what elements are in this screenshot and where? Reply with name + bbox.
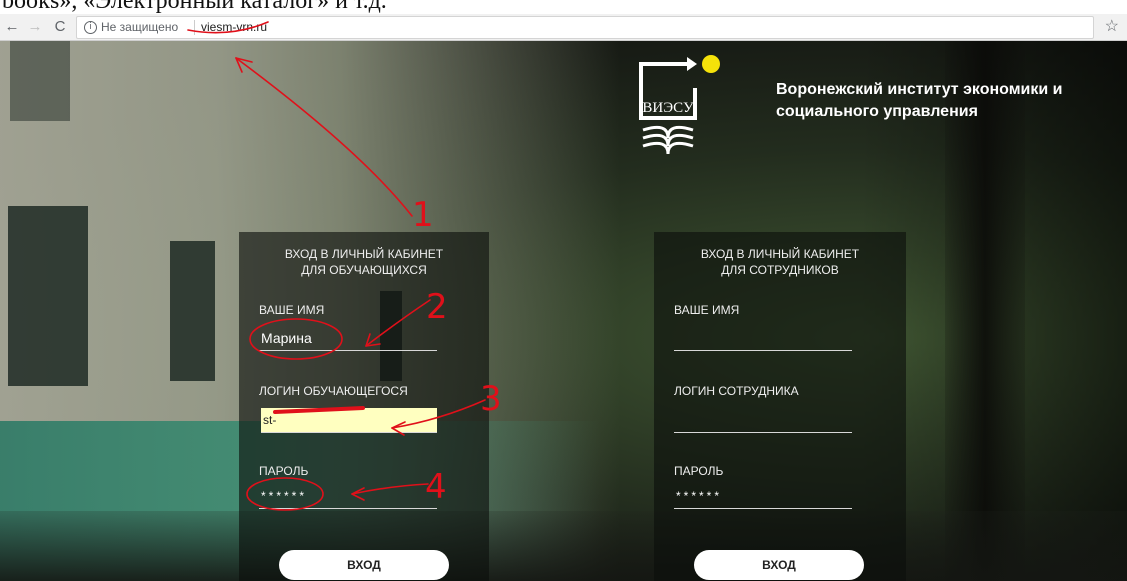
student-password-input[interactable]: ****** [259, 484, 437, 509]
staff-password-input[interactable]: ****** [674, 484, 852, 509]
security-label[interactable]: Не защищено [101, 20, 178, 34]
background-ground [0, 511, 1127, 581]
background-window [170, 241, 215, 381]
institute-logo: ВИЭСУ [639, 55, 720, 155]
reload-icon[interactable]: C [50, 17, 70, 37]
address-bar[interactable]: i Не защищено viesm-vrn.ru [76, 16, 1094, 39]
forward-icon[interactable]: → [25, 17, 45, 37]
staff-name-input[interactable] [674, 326, 852, 351]
institute-name-line2: социального управления [776, 103, 978, 120]
url-text[interactable]: viesm-vrn.ru [201, 20, 267, 34]
staff-password-label: ПАРОЛЬ [674, 464, 724, 478]
background-window [8, 206, 88, 386]
student-login-panel: ВХОД В ЛИЧНЫЙ КАБИНЕТ ДЛЯ ОБУЧАЮЩИХСЯ ВА… [239, 232, 489, 581]
logo-dot [702, 55, 720, 73]
student-login-label: ЛОГИН ОБУЧАЮЩЕГОСЯ [259, 384, 408, 398]
institute-name: Воронежский институт экономики и социаль… [776, 79, 1106, 123]
background-window [10, 41, 70, 121]
panel-title-line2: ДЛЯ СОТРУДНИКОВ [721, 263, 839, 277]
info-icon[interactable]: i [84, 21, 97, 34]
student-login-value: st- [263, 413, 277, 427]
student-password-value: ****** [261, 489, 308, 503]
staff-name-label: ВАШЕ ИМЯ [674, 303, 740, 317]
student-password-label: ПАРОЛЬ [259, 464, 309, 478]
document-text: books», «Электронный каталог» и т.д. [2, 0, 387, 14]
omnibox-divider [194, 20, 195, 35]
student-name-input[interactable]: Марина [259, 326, 437, 351]
staff-password-value: ****** [676, 489, 723, 503]
staff-login-panel: ВХОД В ЛИЧНЫЙ КАБИНЕТ ДЛЯ СОТРУДНИКОВ ВА… [654, 232, 906, 581]
panel-title: ВХОД В ЛИЧНЫЙ КАБИНЕТ ДЛЯ СОТРУДНИКОВ [654, 246, 906, 278]
staff-login-button[interactable]: ВХОД [694, 550, 864, 580]
bookmark-star-icon[interactable]: ☆ [1105, 17, 1119, 37]
student-name-value: Марина [261, 330, 312, 346]
staff-login-input[interactable] [674, 408, 852, 433]
browser-toolbar: ← → C i Не защищено viesm-vrn.ru ☆ [0, 14, 1127, 41]
student-login-button[interactable]: ВХОД [279, 550, 449, 580]
student-name-label: ВАШЕ ИМЯ [259, 303, 325, 317]
logo-text: ВИЭСУ [642, 100, 694, 116]
institute-name-line1: Воронежский институт экономики и [776, 81, 1063, 98]
panel-title-line2: ДЛЯ ОБУЧАЮЩИХСЯ [301, 263, 427, 277]
panel-title-line1: ВХОД В ЛИЧНЫЙ КАБИНЕТ [284, 247, 444, 261]
student-login-input[interactable]: st- [261, 408, 437, 433]
login-page: ВИЭСУ Воронежский институт экономики и с… [0, 41, 1127, 581]
staff-login-label: ЛОГИН СОТРУДНИКА [674, 384, 799, 398]
panel-title-line1: ВХОД В ЛИЧНЫЙ КАБИНЕТ [700, 247, 860, 261]
panel-title: ВХОД В ЛИЧНЫЙ КАБИНЕТ ДЛЯ ОБУЧАЮЩИХСЯ [239, 246, 489, 278]
back-icon[interactable]: ← [2, 17, 22, 37]
